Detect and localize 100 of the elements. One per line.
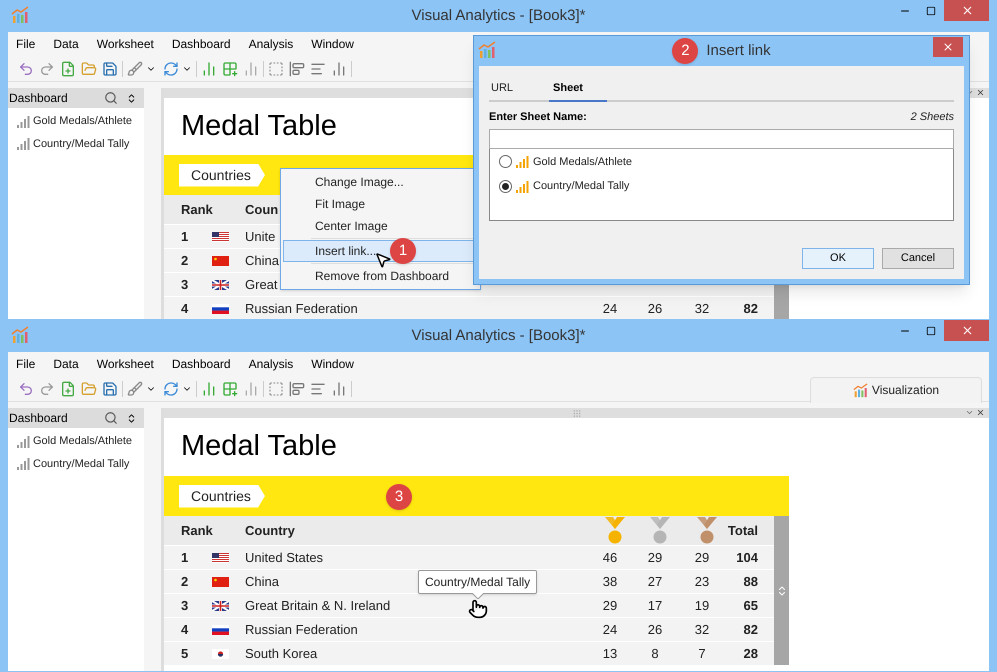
country-cell: China: [245, 574, 279, 589]
medal-count-cell-text: 7: [697, 644, 707, 663]
radio-button[interactable]: [499, 180, 512, 193]
menu-item[interactable]: Data: [53, 355, 79, 373]
column-header: Coun: [245, 202, 278, 217]
country-cell: Unite: [245, 228, 276, 244]
sidebar-item[interactable]: Gold Medals/Athlete: [17, 433, 144, 450]
redo-icon[interactable]: [39, 60, 55, 76]
folder-icon[interactable]: [81, 60, 97, 76]
sort-icon[interactable]: [310, 380, 326, 396]
sort-arrows-icon[interactable]: [126, 92, 137, 104]
sidebar-item[interactable]: Gold Medals/Athlete: [17, 113, 144, 130]
close-icon: [942, 41, 954, 53]
app-logo-icon: [11, 326, 29, 344]
save-icon[interactable]: [102, 60, 118, 76]
panel-menu-icon[interactable]: [965, 408, 974, 417]
country-cell: Russian Federation: [245, 622, 358, 637]
search-icon[interactable]: [104, 91, 118, 105]
sort-arrows-icon[interactable]: [126, 412, 137, 424]
menu-item[interactable]: Window: [311, 355, 354, 373]
rank-cell-text: 2: [181, 572, 190, 591]
sort-icon[interactable]: [310, 60, 326, 76]
medal-count-cell-text: 19: [694, 596, 710, 615]
menu-item[interactable]: Dashboard: [172, 355, 231, 373]
dialog-logo-icon: [478, 41, 496, 59]
add-grid-icon[interactable]: [222, 380, 238, 396]
chart-icon[interactable]: [243, 60, 259, 76]
sheet-icon: [17, 137, 30, 150]
folder-icon[interactable]: [81, 380, 97, 396]
menu-item[interactable]: Worksheet: [96, 355, 154, 373]
search-icon[interactable]: [104, 411, 118, 425]
maximize-icon: [926, 326, 936, 336]
panel-close-icon[interactable]: [976, 88, 985, 97]
sheet-option[interactable]: Country/Medal Tally: [499, 178, 953, 194]
sidebar-item[interactable]: Country/Medal Tally: [17, 456, 144, 472]
column-header: Total: [728, 522, 758, 540]
menu-item[interactable]: Analysis: [248, 35, 294, 53]
menu-item[interactable]: File: [16, 35, 36, 53]
total-cell-text: 65: [744, 596, 758, 615]
close-icon: [960, 4, 974, 17]
medal-count-cell-text: 24: [602, 300, 618, 318]
close-button[interactable]: [933, 37, 963, 57]
sheet-name-field[interactable]: [489, 128, 954, 148]
dialog-tab[interactable]: Sheet: [549, 76, 608, 102]
step-badge: 2: [672, 38, 698, 64]
new-file-icon[interactable]: [60, 380, 76, 396]
save-icon[interactable]: [102, 380, 118, 396]
medal-count-cell-text: 32: [694, 300, 710, 318]
medal-count-cell-text: 17: [646, 596, 664, 615]
align-icon[interactable]: [289, 60, 305, 76]
radio-button[interactable]: [499, 155, 512, 168]
sidebar-item[interactable]: Country/Medal Tally: [17, 136, 144, 152]
sheet-option[interactable]: Gold Medals/Athlete: [499, 154, 953, 170]
add-grid-icon[interactable]: [222, 60, 238, 76]
undo-icon[interactable]: [18, 380, 34, 396]
bars-icon[interactable]: [331, 380, 347, 396]
sheet-icon: [17, 457, 30, 470]
add-chart-icon[interactable]: [201, 60, 217, 76]
dialog-button[interactable]: Cancel: [882, 248, 954, 269]
country-cell: United States: [245, 550, 324, 565]
close-icon: [960, 324, 974, 337]
bars-icon[interactable]: [331, 60, 347, 76]
chart-icon[interactable]: [243, 380, 259, 396]
menu-item[interactable]: Analysis: [248, 355, 294, 373]
medal-count-cell-text: 26: [646, 620, 664, 639]
redo-icon[interactable]: [39, 380, 55, 396]
scroll-bar[interactable]: [774, 516, 789, 665]
step-badge: 1: [390, 238, 416, 264]
medal-count-cell-text: 46: [602, 548, 618, 567]
country-cell: Russian Federation: [245, 300, 358, 316]
sheet-count: 2 Sheets: [910, 110, 954, 125]
total-cell-text: 82: [744, 300, 758, 318]
menu-item[interactable]: Dashboard: [172, 35, 231, 53]
dialog-button[interactable]: OK: [802, 248, 874, 269]
rank-cell-text: 1: [181, 548, 190, 567]
rank-cell-text: 3: [181, 596, 190, 615]
selection-icon[interactable]: [268, 60, 284, 76]
category-tag[interactable]: Countries: [179, 164, 265, 186]
medal-count-cell-text: 13: [602, 644, 618, 663]
visualization-tab[interactable]: Visualization: [810, 376, 982, 402]
sheet-icon: [516, 180, 529, 193]
add-chart-icon[interactable]: [201, 380, 217, 396]
category-tag[interactable]: Countries: [179, 484, 265, 508]
rank-cell-text: 5: [181, 644, 190, 663]
undo-icon[interactable]: [18, 60, 34, 76]
dialog-tab[interactable]: URL: [489, 76, 516, 102]
medal-count-cell-text: 8: [650, 644, 660, 663]
medal-count-cell-text: 23: [694, 572, 710, 591]
selection-icon[interactable]: [268, 380, 284, 396]
menu-item[interactable]: Window: [311, 35, 354, 53]
align-icon[interactable]: [289, 380, 305, 396]
menu-item[interactable]: Data: [53, 35, 79, 53]
menu-item[interactable]: Worksheet: [96, 35, 154, 53]
total-cell-text: 82: [744, 620, 758, 639]
new-file-icon[interactable]: [60, 60, 76, 76]
arrow-cursor-icon: [374, 251, 392, 269]
medal-count-cell-text: 29: [694, 548, 710, 567]
menu-item[interactable]: File: [16, 355, 36, 373]
medal-count-cell-text: 24: [602, 620, 618, 639]
panel-close-icon[interactable]: [976, 408, 985, 417]
